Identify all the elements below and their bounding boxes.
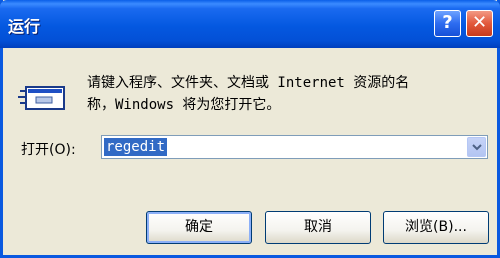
run-icon [18, 75, 68, 115]
open-input[interactable]: regedit [104, 138, 168, 156]
close-icon: ✕ [471, 12, 488, 33]
instructions-text: 请键入程序、文件夹、文档或 Internet 资源的名 称，Windows 将为… [87, 72, 487, 116]
title-bar[interactable]: 运行 ? ✕ [0, 0, 500, 48]
close-button[interactable]: ✕ [466, 10, 493, 37]
help-button[interactable]: ? [434, 10, 461, 37]
dropdown-button[interactable] [467, 137, 486, 157]
run-dialog: 运行 ? ✕ 请键入程序、文件夹、文档或 Internet 资源的名 称，Win… [0, 0, 500, 258]
ok-button[interactable]: 确定 [146, 211, 252, 244]
cancel-button[interactable]: 取消 [265, 211, 371, 244]
open-combobox[interactable]: regedit [101, 135, 488, 159]
open-label: 打开(O): [21, 142, 76, 158]
browse-button[interactable]: 浏览(B)... [383, 211, 489, 244]
instructions-line-2: 称，Windows 将为您打开它。 [87, 97, 281, 113]
chevron-down-icon [472, 144, 482, 151]
instructions-line-1: 请键入程序、文件夹、文档或 Internet 资源的名 [87, 75, 410, 91]
help-icon: ? [442, 12, 453, 33]
window-title: 运行 [8, 17, 41, 36]
